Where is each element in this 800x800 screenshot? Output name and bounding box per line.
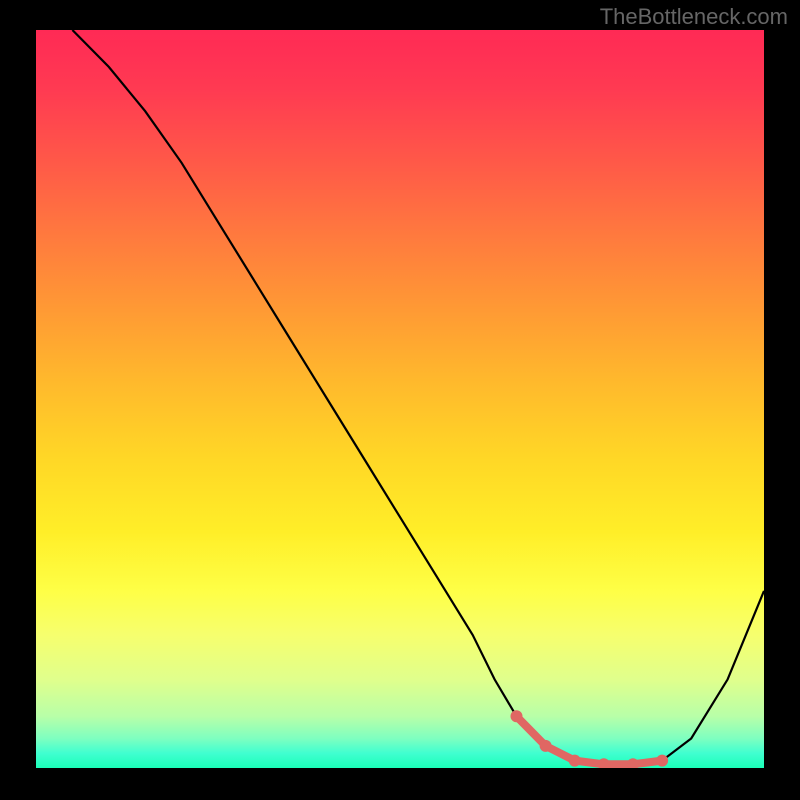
watermark-text: TheBottleneck.com (600, 4, 788, 30)
highlight-dot (511, 710, 523, 722)
chart-plot-area (36, 30, 764, 768)
curve-highlight (517, 716, 663, 764)
curve-line (72, 30, 764, 764)
chart-svg (36, 30, 764, 768)
highlight-dot (540, 740, 552, 752)
highlight-dot (656, 755, 668, 767)
highlight-dot (569, 755, 581, 767)
